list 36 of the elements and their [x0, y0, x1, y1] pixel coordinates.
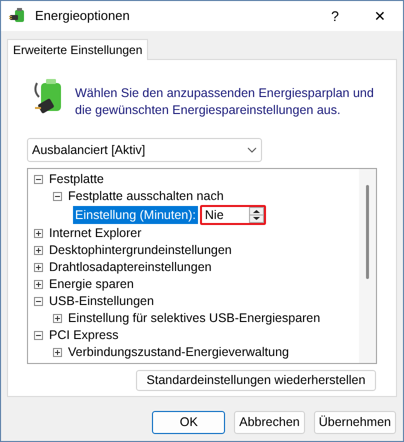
restore-defaults-button[interactable]: Standardeinstellungen wiederherstellen — [136, 370, 376, 391]
setting-label[interactable]: Einstellung (Minuten): — [73, 206, 198, 224]
tree-item[interactable]: Einstellung für selektives USB-Energiesparen — [68, 309, 320, 328]
close-button[interactable]: ✕ — [357, 1, 403, 31]
dialog-button[interactable]: OK — [152, 411, 226, 434]
expand-icon[interactable] — [53, 314, 62, 323]
expand-icon[interactable] — [34, 263, 43, 272]
tree-item[interactable]: Festplatte — [49, 170, 104, 189]
tree-item[interactable]: Internet Explorer — [49, 224, 142, 243]
scrollbar[interactable] — [359, 169, 376, 363]
tree-item[interactable]: Energie sparen — [49, 275, 134, 294]
tree-item[interactable]: PCI Express — [49, 326, 118, 345]
dialog-button[interactable]: Abbrechen — [234, 411, 305, 434]
instruction-text: Wählen Sie den anzupassenden Energiesparplan und die gewünschten Energiespareinstellungen aus. — [75, 85, 375, 119]
tree-item[interactable]: Desktophintergrundeinstellungen — [49, 241, 232, 260]
tree-item[interactable]: Verbindungszustand-Energieverwaltung — [68, 343, 289, 362]
expand-icon[interactable] — [34, 229, 43, 238]
collapse-icon[interactable] — [34, 331, 43, 340]
collapse-icon[interactable] — [34, 297, 43, 306]
spinner-arrows-icon[interactable] — [248, 207, 264, 223]
tree-item[interactable]: Festplatte ausschalten nach — [68, 187, 224, 206]
tab[interactable]: Erweiterte Einstellungen — [7, 39, 148, 60]
window-title: Energieoptionen — [35, 7, 130, 26]
collapse-icon[interactable] — [34, 175, 43, 184]
plan-dropdown[interactable]: Ausbalanciert [Aktiv] — [27, 138, 262, 162]
minutes-spinbox[interactable]: Nie — [200, 205, 266, 225]
tree-item[interactable]: USB-Einstellungen — [49, 292, 154, 311]
power-plug-icon — [9, 7, 27, 25]
expand-icon[interactable] — [34, 280, 43, 289]
help-button[interactable]: ? — [313, 1, 357, 31]
dialog-button[interactable]: Übernehmen — [314, 411, 396, 434]
collapse-icon[interactable] — [53, 192, 62, 201]
chevron-down-icon — [247, 147, 257, 153]
expand-icon[interactable] — [53, 348, 62, 357]
expand-icon[interactable] — [34, 246, 43, 255]
tree-item[interactable]: Drahtlosadaptereinstellungen — [49, 258, 212, 277]
